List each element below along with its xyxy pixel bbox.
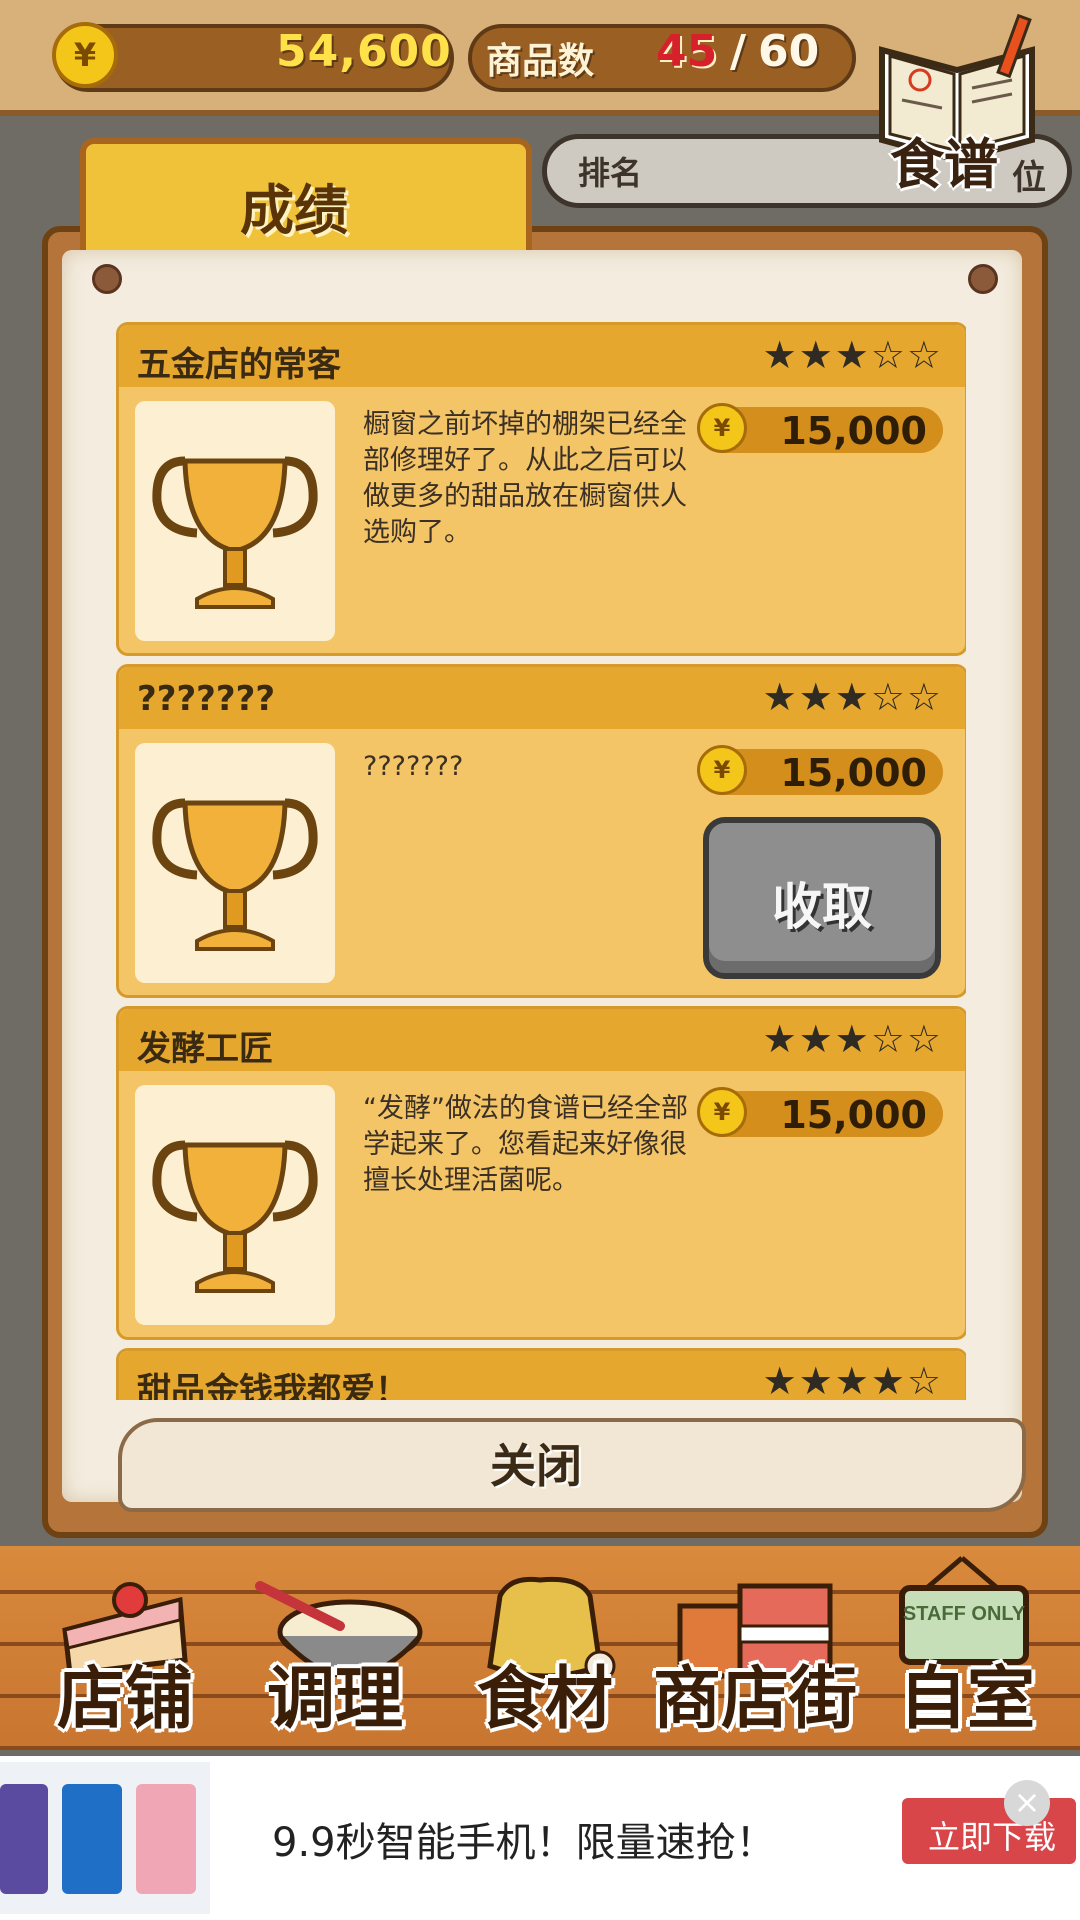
close-button-label: 关闭 [490, 1439, 582, 1493]
collect-reward-label: 收取 [772, 878, 872, 936]
reward-value: 15,000 [780, 409, 927, 453]
goods-count-separator: / [730, 26, 747, 77]
nav-own-room-label: 自室 [898, 1660, 1035, 1739]
achievement-rating-stars: ★★★☆☆ [762, 1017, 943, 1061]
pin-icon [92, 264, 122, 294]
reward-value: 15,000 [780, 1093, 927, 1137]
achievement-title: ??????? [137, 679, 276, 719]
achievement-card: ??????? ★★★☆☆ ??????? ¥ 15,000 收取 [116, 664, 966, 998]
nav-shop-label: 店铺 [56, 1660, 193, 1739]
trophy-icon [152, 1140, 318, 1293]
nav-shopping-street-label: 商店街 [652, 1660, 857, 1739]
nav-own-room[interactable]: STAFF ONLY 自室 [862, 1556, 1072, 1746]
goods-count-current: 45 [656, 26, 718, 77]
nav-ingredients-label: 食材 [476, 1660, 613, 1739]
reward-value: 15,000 [780, 751, 927, 795]
achievement-rating-stars: ★★★☆☆ [762, 333, 943, 377]
goods-count-max: 60 [758, 26, 820, 77]
achievement-card: 甜品金钱我都爱！ ★★★★☆ [116, 1348, 966, 1400]
recipe-book-label[interactable]: 食谱 [890, 120, 998, 199]
nav-shopping-street[interactable]: 商店街 [650, 1566, 860, 1746]
tab-achievements-label: 成绩 [240, 179, 348, 242]
collect-reward-button[interactable]: 收取 [703, 817, 941, 979]
yen-coin-icon: ¥ [52, 22, 118, 88]
achievement-card: 五金店的常客 ★★★☆☆ 橱窗之前坏掉的棚架已经全部修理好了。从此之后可以做更多… [116, 322, 966, 656]
ad-phones-image [0, 1762, 210, 1914]
achievement-card: 发酵工匠 ★★★☆☆ “发酵”做法的食谱已经全部学起来了。您看起来好像很擅长处理… [116, 1006, 966, 1340]
nav-cooking-label: 调理 [266, 1660, 403, 1739]
trophy-thumbnail [135, 1085, 335, 1325]
nav-cooking[interactable]: 调理 [230, 1566, 440, 1746]
achievement-title: 五金店的常客 [137, 345, 341, 385]
nav-shop[interactable]: 店铺 [20, 1566, 230, 1746]
reward-amount: ¥ 15,000 [697, 403, 943, 453]
achievements-list[interactable]: 五金店的常客 ★★★☆☆ 橱窗之前坏掉的棚架已经全部修理好了。从此之后可以做更多… [116, 320, 966, 1400]
achievement-description: ??????? [363, 751, 464, 782]
pin-icon [968, 264, 998, 294]
achievement-title: 甜品金钱我都爱！ [137, 1371, 409, 1400]
staff-only-sign-text: STAFF ONLY [903, 1603, 1026, 1625]
reward-amount: ¥ 15,000 [697, 745, 943, 795]
achievement-rating-stars: ★★★☆☆ [762, 675, 943, 719]
yen-coin-icon: ¥ [697, 403, 747, 453]
yen-coin-icon: ¥ [697, 745, 747, 795]
ad-headline: 9.9秒智能手机！限量速抢！ [272, 1820, 776, 1866]
trophy-icon [152, 798, 318, 951]
achievement-title: 发酵工匠 [137, 1029, 273, 1069]
nav-ingredients[interactable]: 食材 [440, 1566, 650, 1746]
achievement-rating-stars: ★★★★☆ [762, 1359, 943, 1400]
trophy-icon [152, 456, 318, 609]
trophy-thumbnail [135, 401, 335, 641]
goods-count-label: 商品数 [486, 41, 595, 82]
achievement-description: “发酵”做法的食谱已经全部学起来了。您看起来好像很擅长处理活菌呢。 [363, 1093, 688, 1196]
money-value: 54,600 [276, 26, 452, 77]
achievement-description: 橱窗之前坏掉的棚架已经全部修理好了。从此之后可以做更多的甜品放在橱窗供人选购了。 [363, 409, 687, 548]
trophy-thumbnail [135, 743, 335, 983]
yen-coin-icon: ¥ [697, 1087, 747, 1137]
ad-close-icon[interactable]: × [1004, 1780, 1050, 1826]
ranking-label: 排名 [578, 154, 643, 192]
reward-amount: ¥ 15,000 [697, 1087, 943, 1137]
